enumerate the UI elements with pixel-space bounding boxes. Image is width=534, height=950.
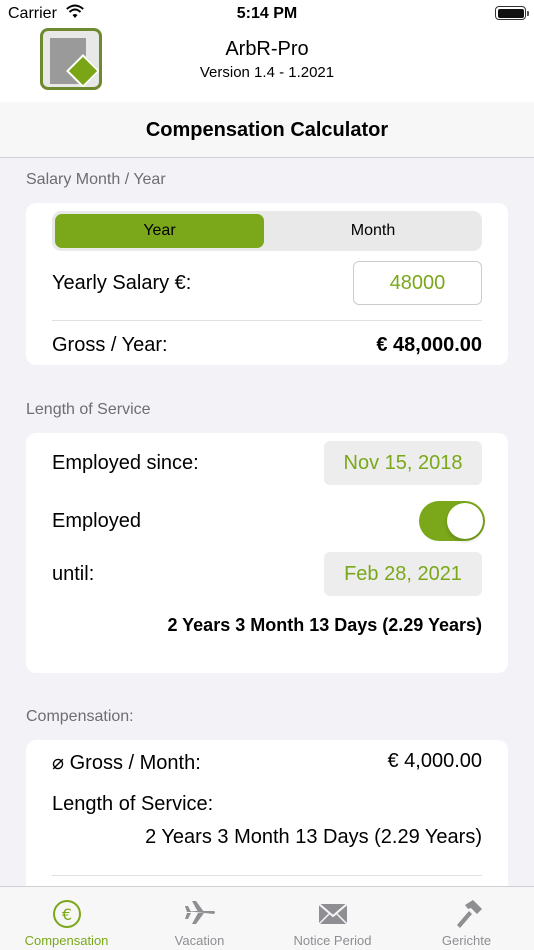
segment-year[interactable]: Year (55, 214, 264, 248)
tab-label: Gerichte (441, 933, 492, 948)
salary-card: Year Month Yearly Salary €: 48000 Gross … (26, 203, 508, 365)
compensation-card: ⌀ Gross / Month: € 4,000.00 Length of Se… (26, 740, 508, 900)
tab-label: Compensation (24, 933, 109, 948)
length-of-service-value: 2 Years 3 Month 13 Days (2.29 Years) (145, 826, 482, 848)
status-bar: Carrier 5:14 PM (0, 0, 534, 26)
page-title: Compensation Calculator (145, 119, 389, 141)
app-version: Version 1.4 - 1.2021 (199, 64, 335, 81)
tab-notice-period[interactable]: Notice Period (266, 887, 399, 950)
divider (52, 320, 482, 321)
employed-since-date-picker[interactable]: Nov 15, 2018 (324, 441, 482, 485)
gross-month-value: € 4,000.00 (387, 750, 482, 772)
gross-year-label: Gross / Year: (52, 334, 168, 356)
compensation-section-header: Compensation: (26, 708, 134, 725)
app-header: ArbR-Pro Version 1.4 - 1.2021 (0, 26, 534, 102)
employed-label: Employed (52, 510, 141, 532)
euro-circle-icon: € (52, 900, 81, 928)
length-of-service-label: Length of Service: (52, 793, 214, 815)
employed-since-label: Employed since: (52, 452, 199, 474)
app-name: ArbR-Pro (225, 38, 309, 60)
battery-icon (495, 6, 529, 20)
navigation-bar: Compensation Calculator (0, 102, 534, 158)
employed-toggle[interactable] (419, 501, 485, 541)
period-segmented-control: Year Month (52, 211, 482, 251)
airplane-icon (184, 901, 215, 924)
tab-compensation[interactable]: € Compensation (0, 887, 133, 950)
tab-label: Notice Period (293, 933, 372, 948)
service-section-header: Length of Service (26, 401, 151, 418)
salary-label: Yearly Salary €: (52, 272, 192, 294)
segment-month[interactable]: Month (267, 214, 479, 248)
divider (52, 875, 482, 876)
salary-input[interactable]: 48000 (353, 261, 482, 305)
service-card: Employed since: Nov 15, 2018 Employed un… (26, 433, 508, 673)
tab-gerichte[interactable]: Gerichte (399, 887, 534, 950)
salary-section-header: Salary Month / Year (26, 171, 166, 188)
tab-bar: € Compensation Vacation Notice Period Ge… (0, 886, 534, 950)
gross-month-label: ⌀ Gross / Month: (52, 752, 201, 774)
service-duration-summary: 2 Years 3 Month 13 Days (2.29 Years) (167, 615, 482, 635)
until-date-picker[interactable]: Feb 28, 2021 (324, 552, 482, 596)
tab-label: Vacation (174, 933, 225, 948)
until-label: until: (52, 563, 95, 585)
gross-year-value: € 48,000.00 (376, 334, 482, 356)
tab-vacation[interactable]: Vacation (133, 887, 266, 950)
envelope-icon (317, 903, 348, 925)
svg-text:€: € (61, 905, 71, 924)
hammer-icon (456, 900, 482, 928)
clock: 5:14 PM (236, 5, 298, 22)
